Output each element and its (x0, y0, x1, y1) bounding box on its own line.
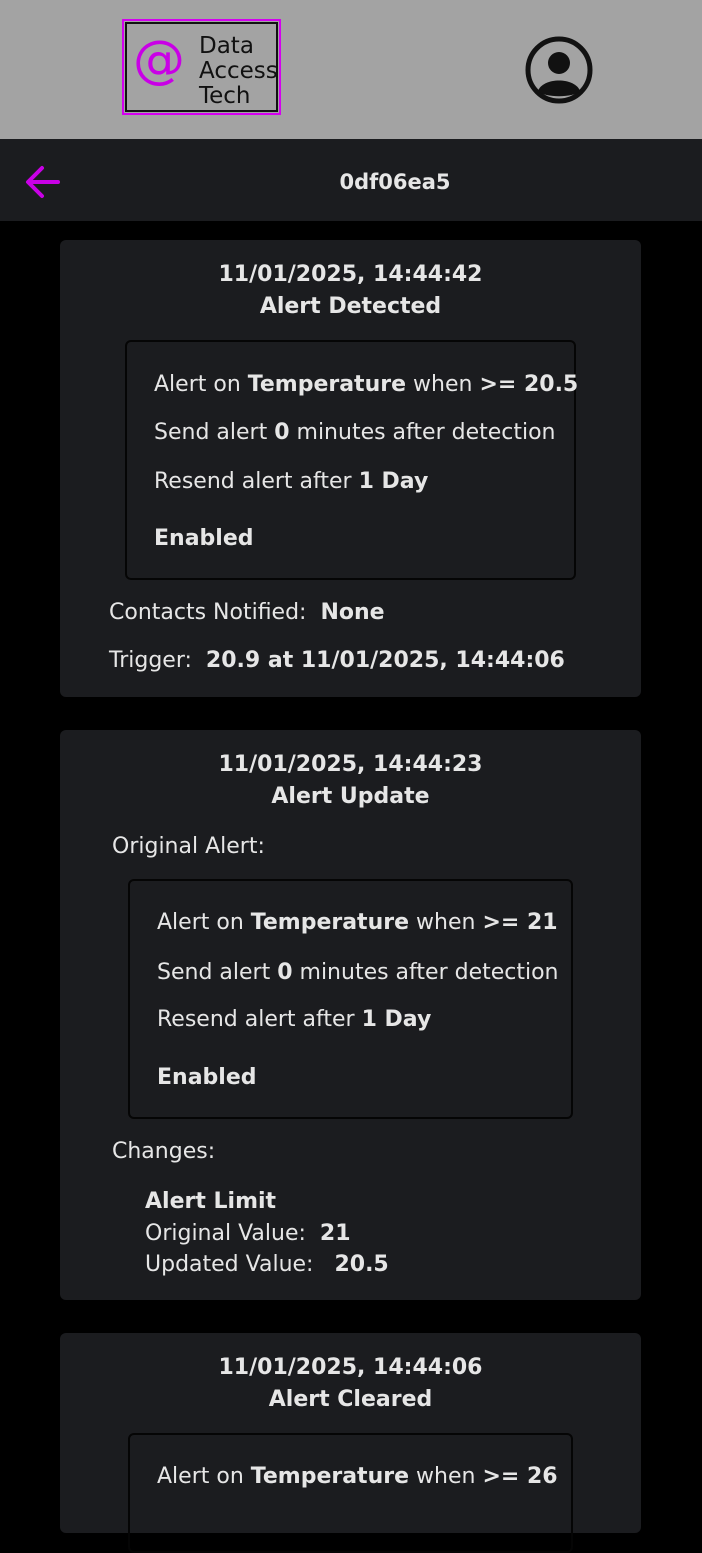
alert-rule-box: Alert on Temperature when >= 21 Send ale… (128, 879, 573, 1119)
event-timestamp: 11/01/2025, 14:44:23 (218, 752, 483, 777)
rule-resend-text: Resend alert after (157, 1007, 355, 1032)
event-type: Alert Detected (259, 294, 442, 319)
page-title: 0df06ea5 (339, 170, 451, 194)
logo-line-2: Access (199, 58, 278, 84)
logo-at-symbol: @ (133, 30, 185, 90)
logo-line-1: Data (199, 33, 254, 59)
rule-status: Enabled (157, 1065, 257, 1090)
event-card-cleared: 11/01/2025, 14:44:06 Alert Cleared Alert… (60, 1333, 641, 1553)
contacts-value: None (320, 600, 385, 625)
trigger-info: Trigger: 20.9 at 11/01/2025, 14:44:06 (109, 648, 565, 673)
trigger-label: Trigger: (109, 648, 192, 673)
original-value-label: Original Value: (145, 1221, 306, 1246)
rule-send-line: Send alert 0 minutes after detection (157, 960, 559, 985)
event-timestamp: 11/01/2025, 14:44:06 (218, 1355, 483, 1380)
alert-rule-box: Alert on Temperature when >= 20.5 Send a… (125, 340, 578, 580)
rule-resend-line: Resend alert after 1 Day (157, 1007, 431, 1032)
rule-alert-on-text: Alert on (157, 910, 244, 935)
original-alert-label: Original Alert: (112, 834, 265, 859)
rule-condition-line: Alert on Temperature when >= 20.5 (154, 372, 578, 397)
rule-send-minutes: 0 (274, 420, 290, 445)
rule-condition: >= 26 (482, 1464, 558, 1489)
rule-alert-on-text: Alert on (157, 1464, 244, 1489)
change-field: Alert Limit (145, 1189, 277, 1214)
logo-frame: @ Data Access Tech (125, 22, 278, 112)
logo-line-3: Tech (199, 83, 251, 109)
updated-value-label: Updated Value: (145, 1252, 314, 1277)
rule-metric: Temperature (247, 372, 407, 397)
brand-logo[interactable]: @ Data Access Tech (122, 19, 281, 115)
updated-value: 20.5 (334, 1252, 389, 1277)
alert-rule-box: Alert on Temperature when >= 26 (128, 1433, 573, 1553)
app-header: @ Data Access Tech (0, 0, 702, 139)
rule-condition: >= 21 (482, 910, 558, 935)
rule-condition: >= 20.5 (479, 372, 579, 397)
original-value: 21 (319, 1221, 351, 1246)
rule-resend-text: Resend alert after (154, 469, 352, 494)
rule-send-suffix: minutes after detection (299, 960, 559, 985)
rule-when-text: when (416, 1464, 476, 1489)
original-value-row: Original Value: 21 (145, 1221, 351, 1246)
logo-text: Data Access Tech (199, 34, 278, 109)
changes-label: Changes: (112, 1139, 216, 1164)
rule-when-text: when (413, 372, 473, 397)
user-circle-icon (525, 36, 593, 104)
rule-alert-on-text: Alert on (154, 372, 241, 397)
rule-condition-line: Alert on Temperature when >= 21 (157, 910, 558, 935)
rule-resend-line: Resend alert after 1 Day (154, 469, 428, 494)
event-type: Alert Update (271, 784, 430, 809)
trigger-value: 20.9 at 11/01/2025, 14:44:06 (205, 648, 565, 673)
contacts-label: Contacts Notified: (109, 600, 307, 625)
contacts-notified: Contacts Notified: None (109, 600, 385, 625)
event-timestamp: 11/01/2025, 14:44:42 (218, 262, 483, 287)
rule-send-line: Send alert 0 minutes after detection (154, 420, 556, 445)
rule-when-text: when (416, 910, 476, 935)
rule-condition-line: Alert on Temperature when >= 26 (157, 1464, 558, 1489)
rule-resend-value: 1 Day (361, 1007, 432, 1032)
rule-send-text: Send alert (154, 420, 268, 445)
rule-metric: Temperature (250, 910, 410, 935)
event-type: Alert Cleared (268, 1387, 433, 1412)
updated-value-row: Updated Value: 20.5 (145, 1252, 389, 1277)
rule-metric: Temperature (250, 1464, 410, 1489)
rule-status: Enabled (154, 526, 254, 551)
rule-send-minutes: 0 (277, 960, 293, 985)
profile-button[interactable] (525, 36, 593, 104)
event-card-update: 11/01/2025, 14:44:23 Alert Update Origin… (60, 730, 641, 1300)
rule-send-suffix: minutes after detection (296, 420, 556, 445)
event-card-detected: 11/01/2025, 14:44:42 Alert Detected Aler… (60, 240, 641, 697)
rule-resend-value: 1 Day (358, 469, 429, 494)
rule-send-text: Send alert (157, 960, 271, 985)
